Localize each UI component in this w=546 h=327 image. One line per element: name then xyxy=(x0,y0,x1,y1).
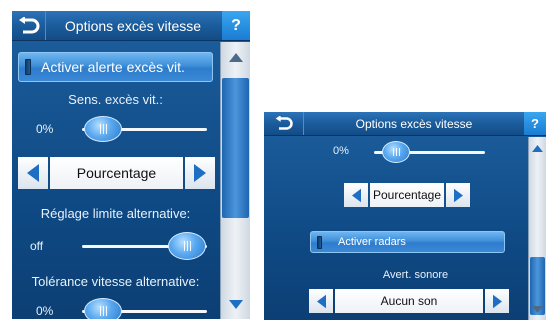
mode-prev-button[interactable] xyxy=(18,157,48,189)
mode-value: Pourcentage xyxy=(50,157,183,189)
sound-selector: Aucun son xyxy=(309,289,509,313)
scroll-thumb[interactable] xyxy=(222,78,249,218)
back-arrow-icon xyxy=(18,16,39,33)
scrollbar[interactable] xyxy=(528,137,546,320)
mode-next-button[interactable] xyxy=(446,183,470,207)
scroll-up-button[interactable] xyxy=(221,42,250,72)
arrow-left-icon xyxy=(351,188,361,202)
scroll-down-button[interactable] xyxy=(529,298,546,320)
sensitivity-value: 0% xyxy=(36,122,54,136)
arrow-left-icon xyxy=(27,164,39,182)
mode-selector: Pourcentage xyxy=(18,157,215,189)
options-list: 0% Pourcentage Activer radars Avert. son… xyxy=(264,137,527,320)
scroll-down-icon xyxy=(532,305,543,313)
speed-alert-toggle-label: Activer alerte excès vit. xyxy=(41,59,185,75)
sound-label: Avert. sonore xyxy=(382,269,449,281)
toggle-indicator xyxy=(25,59,31,75)
help-button[interactable]: ? xyxy=(222,11,250,40)
slider-knob[interactable] xyxy=(168,232,206,260)
title-bar: Options excès vitesse ? xyxy=(12,11,250,41)
alt-limit-label: Réglage limite alternative: xyxy=(40,206,191,221)
mode-next-button[interactable] xyxy=(185,157,215,189)
scrollbar[interactable] xyxy=(220,42,250,319)
slider-knob[interactable] xyxy=(84,116,122,142)
back-button[interactable] xyxy=(12,11,46,40)
title-bar: Options excès vitesse ? xyxy=(264,112,546,136)
scroll-down-button[interactable] xyxy=(221,289,250,319)
alt-limit-value: off xyxy=(30,239,44,253)
alt-limit-slider[interactable]: off xyxy=(12,232,219,260)
page-title: Options excès vitesse xyxy=(64,17,202,34)
alt-tolerance-slider[interactable]: 0% xyxy=(12,298,219,319)
mode-selector: Pourcentage xyxy=(344,183,470,207)
help-icon: ? xyxy=(231,16,241,34)
tolerance-value: 0% xyxy=(333,145,349,157)
scroll-down-icon xyxy=(228,299,243,309)
sound-next-button[interactable] xyxy=(485,289,509,313)
alt-tolerance-label: Tolérance vitesse alternative: xyxy=(31,274,200,289)
back-button[interactable] xyxy=(264,112,304,135)
tolerance-slider[interactable]: 0% xyxy=(264,141,527,163)
slider-knob[interactable] xyxy=(84,298,122,319)
scroll-up-icon xyxy=(532,144,543,152)
sound-prev-button[interactable] xyxy=(309,289,333,313)
scroll-up-button[interactable] xyxy=(529,137,546,159)
screen-2: Options excès vitesse ? 0% Pourcentage A… xyxy=(264,112,546,320)
help-icon: ? xyxy=(531,116,539,131)
toggle-indicator xyxy=(317,235,322,249)
sensitivity-label: Sens. excès vit.: xyxy=(68,92,163,107)
radar-toggle[interactable]: Activer radars xyxy=(310,231,505,253)
alt-tolerance-value: 0% xyxy=(36,304,54,318)
arrow-right-icon xyxy=(492,294,502,308)
sound-value: Aucun son xyxy=(335,289,483,313)
slider-knob[interactable] xyxy=(382,141,410,163)
arrow-left-icon xyxy=(316,294,326,308)
mode-value: Pourcentage xyxy=(370,183,444,207)
mode-prev-button[interactable] xyxy=(344,183,368,207)
arrow-right-icon xyxy=(194,164,206,182)
page-title: Options excès vitesse xyxy=(355,116,473,131)
sensitivity-slider[interactable]: 0% xyxy=(12,116,219,142)
radar-toggle-label: Activer radars xyxy=(338,236,406,248)
arrow-right-icon xyxy=(453,188,463,202)
back-arrow-icon xyxy=(275,116,293,130)
screen-1: Options excès vitesse ? Activer alerte e… xyxy=(12,11,250,319)
speed-alert-toggle[interactable]: Activer alerte excès vit. xyxy=(18,52,213,82)
help-button[interactable]: ? xyxy=(524,112,546,135)
scroll-up-icon xyxy=(228,52,243,62)
options-list: Activer alerte excès vit. Sens. excès vi… xyxy=(12,42,219,319)
